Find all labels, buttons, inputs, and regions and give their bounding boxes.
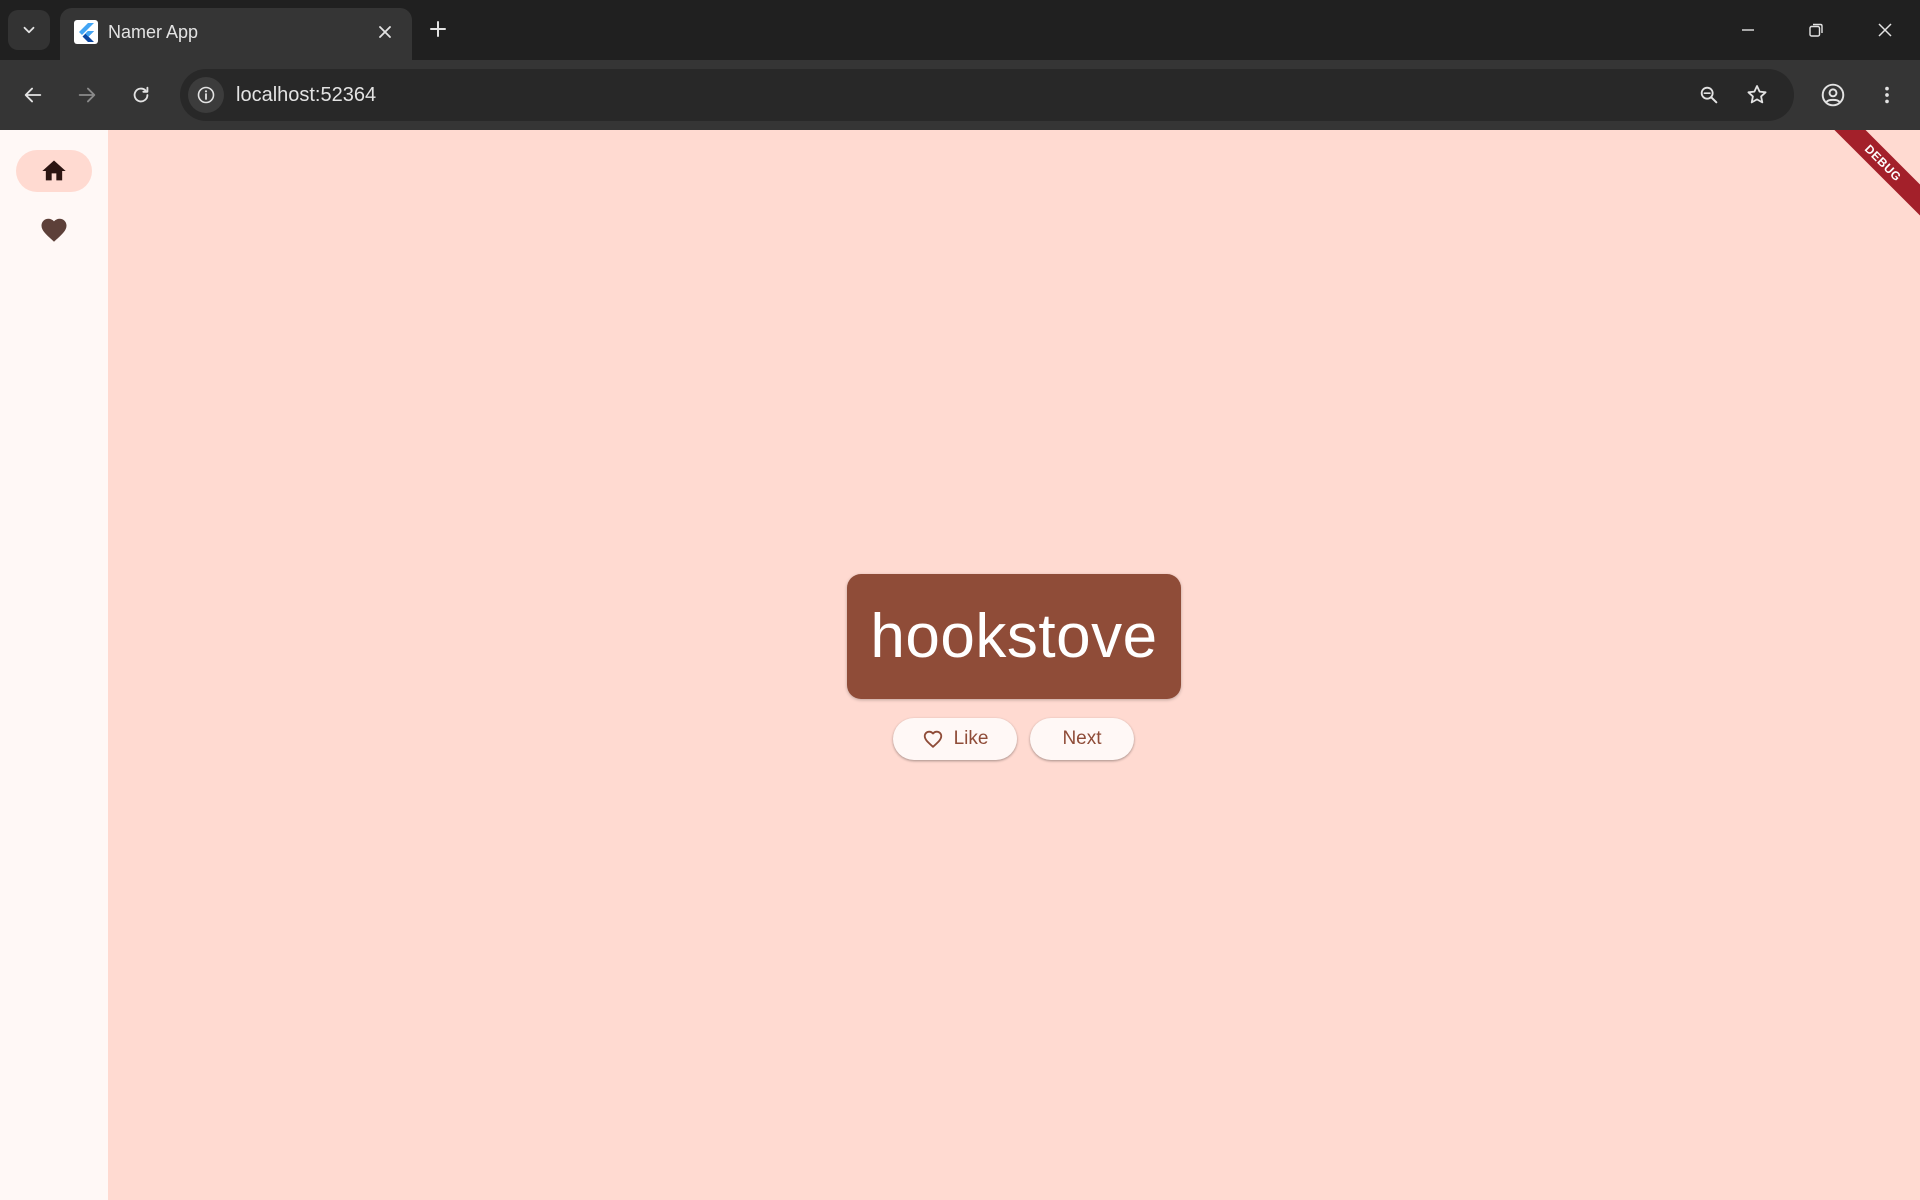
reload-button[interactable] xyxy=(120,74,162,116)
back-button[interactable] xyxy=(12,74,54,116)
browser-toolbar: localhost:52364 xyxy=(0,60,1920,130)
plus-icon xyxy=(430,21,446,37)
app-viewport: hookstove Like Next DEBUG xyxy=(0,130,1920,1200)
favorite-icon xyxy=(41,218,67,242)
zoom-button[interactable] xyxy=(1691,77,1727,113)
reload-icon xyxy=(133,86,149,103)
tab-search-button[interactable] xyxy=(8,10,50,50)
forward-button[interactable] xyxy=(66,74,108,116)
tab-title: Namer App xyxy=(108,22,199,42)
site-info-button[interactable] xyxy=(188,77,224,113)
address-bar[interactable]: localhost:52364 xyxy=(180,69,1794,121)
bookmark-button[interactable] xyxy=(1739,77,1775,113)
like-button[interactable]: Like xyxy=(893,718,1017,760)
word-pair-card: hookstove xyxy=(847,574,1181,699)
minimize-icon xyxy=(1742,29,1754,31)
info-icon xyxy=(197,86,215,104)
close-icon xyxy=(1878,23,1892,37)
restore-button[interactable] xyxy=(1782,0,1850,60)
close-icon xyxy=(379,26,391,38)
new-tab-button[interactable] xyxy=(420,11,456,47)
debug-banner: DEBUG xyxy=(1822,130,1920,224)
arrow-left-icon xyxy=(24,87,42,103)
tab-strip: Namer App xyxy=(0,0,1920,60)
minimize-button[interactable] xyxy=(1714,0,1782,60)
profile-button[interactable] xyxy=(1812,74,1854,116)
browser-tab[interactable]: Namer App xyxy=(60,8,412,60)
tab-close-button[interactable] xyxy=(372,19,398,45)
zoom-out-icon xyxy=(1700,86,1718,104)
more-vert-icon xyxy=(1885,86,1889,104)
word-pair-text: hookstove xyxy=(870,601,1158,671)
next-button-label: Next xyxy=(1062,728,1102,749)
account-circle-icon xyxy=(1821,83,1845,107)
restore-icon xyxy=(1809,23,1823,37)
next-button[interactable]: Next xyxy=(1030,718,1134,760)
chevron-down-icon xyxy=(23,26,35,34)
nav-rail-item-favorites[interactable] xyxy=(16,209,92,251)
url-text: localhost:52364 xyxy=(236,84,377,106)
close-window-button[interactable] xyxy=(1850,0,1920,60)
arrow-right-icon xyxy=(78,87,96,103)
home-icon xyxy=(42,160,66,181)
browser-menu-button[interactable] xyxy=(1866,74,1908,116)
debug-banner-label: DEBUG xyxy=(1861,141,1905,185)
flutter-logo-icon xyxy=(74,20,98,44)
like-button-label: Like xyxy=(953,728,989,749)
star-icon xyxy=(1747,85,1767,104)
nav-rail-item-home[interactable] xyxy=(16,150,92,192)
navigation-rail xyxy=(0,130,108,1200)
heart-outline-icon xyxy=(922,728,944,750)
